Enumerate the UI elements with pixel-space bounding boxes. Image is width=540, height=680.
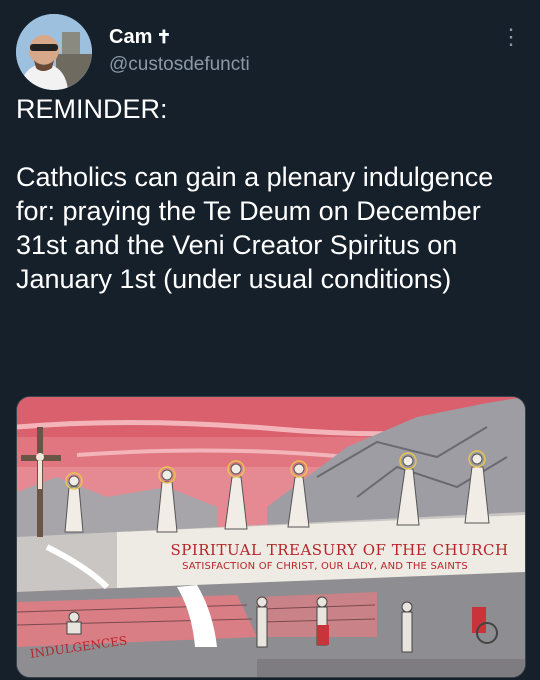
tweet-header: Cam ✝ @custosdefuncti ⋮ xyxy=(16,14,524,94)
banner-subtitle: SATISFACTION OF CHRIST, OUR LADY, AND TH… xyxy=(182,561,468,572)
more-options-button[interactable]: ⋮ xyxy=(498,22,524,52)
banner-title: SPIRITUAL TREASURY OF THE CHURCH xyxy=(170,541,509,559)
latin-cross-icon: ✝ xyxy=(156,27,172,47)
author-handle[interactable]: @custosdefuncti xyxy=(109,52,250,78)
tweet-media-image[interactable]: SPIRITUAL TREASURY OF THE CHURCH SATISFA… xyxy=(16,396,526,678)
vertical-ellipsis-icon: ⋮ xyxy=(500,24,522,49)
author-name[interactable]: Cam ✝ xyxy=(109,24,250,50)
treasury-illustration xyxy=(17,397,525,677)
avatar[interactable] xyxy=(16,14,92,90)
author-display-name[interactable]: Cam xyxy=(109,24,152,50)
tweet-text: REMINDER: Catholics can gain a plenary i… xyxy=(16,94,494,294)
